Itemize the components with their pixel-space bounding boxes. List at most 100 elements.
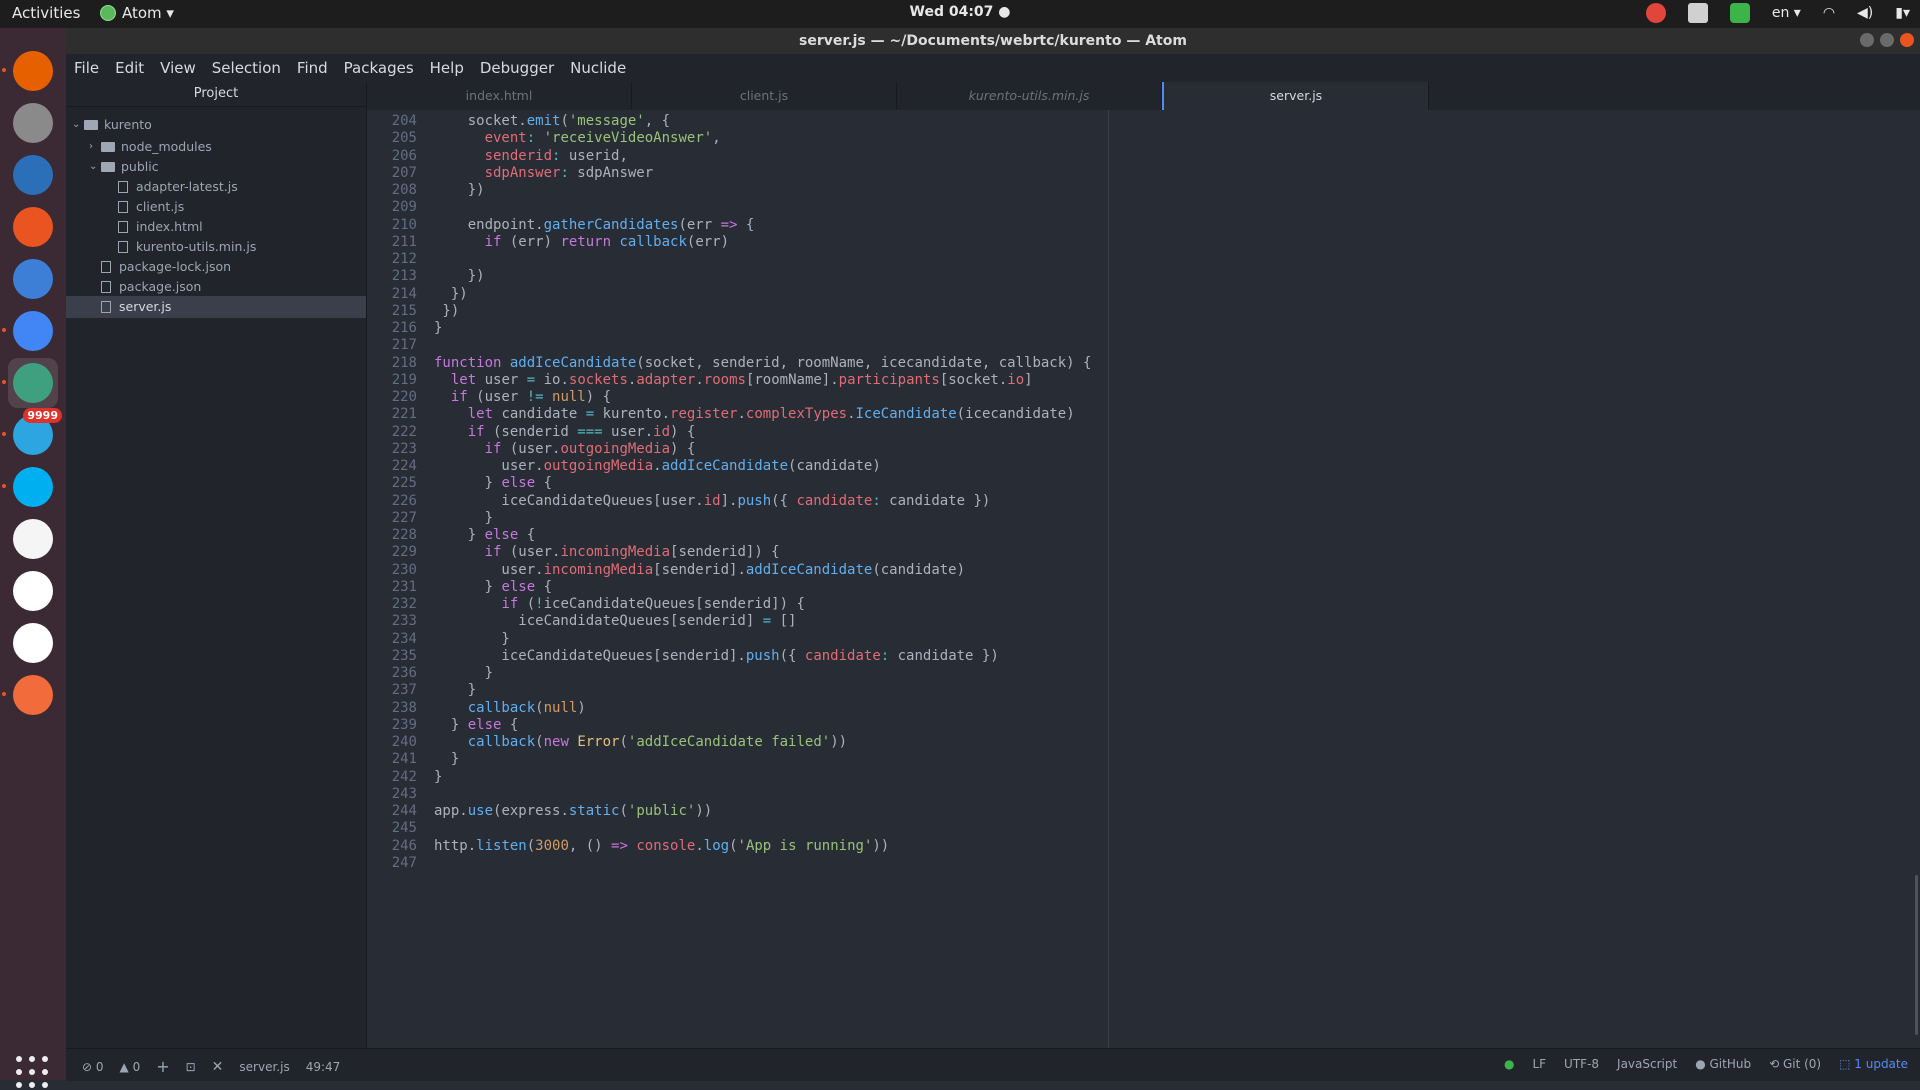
code-token: io. [535, 371, 569, 388]
mongodb-icon [13, 571, 53, 611]
code-token: push [745, 647, 780, 664]
dock-telegram-button[interactable]: 9999 [2, 408, 62, 460]
volume-icon[interactable]: ◀) [1857, 5, 1873, 21]
running-indicator [2, 380, 6, 384]
tree-folder-public[interactable]: ⌄ public [66, 156, 366, 178]
tree-file-index-html[interactable]: index.html [66, 216, 366, 238]
menu-debugger[interactable]: Debugger [472, 59, 562, 77]
clock[interactable]: Wed 04:07 ● [910, 4, 1011, 20]
menu-find[interactable]: Find [289, 59, 336, 77]
slack-icon [13, 623, 53, 663]
menu-packages[interactable]: Packages [336, 59, 422, 77]
grammar[interactable]: JavaScript [1617, 1057, 1677, 1071]
wifi-icon[interactable]: ◠ [1823, 5, 1835, 21]
code-line[interactable]: callback(new Error('addIceCandidate fail… [434, 732, 847, 753]
code-line[interactable]: app.use(express.static('public')) [434, 801, 712, 822]
status-file-name[interactable]: server.js [239, 1060, 289, 1074]
tab-kurento-utils-min-js[interactable]: kurento-utils.min.js [897, 82, 1162, 110]
add-icon[interactable]: + [156, 1057, 169, 1076]
code-token: outgoingMedia [543, 458, 654, 474]
menu-selection[interactable]: Selection [204, 59, 289, 77]
menu-nuclide[interactable]: Nuclide [562, 59, 634, 77]
app-menu[interactable]: Atom ▾ [100, 4, 174, 22]
tree-file-server-js[interactable]: server.js [66, 296, 366, 318]
code-token: (err) [501, 233, 561, 250]
help-icon [13, 259, 53, 299]
code-line[interactable]: if (err) return callback(err) [434, 232, 729, 253]
editor-scrollbar[interactable] [1915, 875, 1918, 1035]
code-token: ( [729, 837, 738, 854]
tree-folder-kurento[interactable]: ⌄ kurento [66, 114, 366, 136]
code-editor[interactable]: 204 205 206 207 208 209 210 211 212 213 214 215 216 2… [367, 110, 1920, 1048]
code-token: let [467, 406, 494, 423]
code-line[interactable]: } [434, 767, 442, 788]
tree-item-label: public [121, 159, 159, 174]
tab-index-html[interactable]: index.html [367, 82, 632, 110]
tree-file-client-js[interactable]: client.js [66, 196, 366, 218]
terminal-icon[interactable]: ⊡ [186, 1060, 196, 1074]
code-token: user [476, 371, 527, 388]
warning-count[interactable]: ▲ 0 [120, 1060, 141, 1074]
grid-dot [29, 1082, 35, 1088]
folder-icon [101, 142, 115, 152]
code-token: sdpAnswer [568, 164, 654, 181]
tree-file-adapter-latest-js[interactable]: adapter-latest.js [66, 176, 366, 198]
dock-firefox-button[interactable] [2, 46, 58, 96]
code-line[interactable]: }) [434, 180, 485, 201]
github-button[interactable]: ● GitHub [1695, 1057, 1751, 1071]
tab-client-js[interactable]: client.js [632, 82, 897, 110]
dock-text-editor-button[interactable] [8, 514, 58, 564]
dock-atom-button[interactable] [2, 358, 58, 408]
project-tree: Project ⌄ kurento › node_modules ⌄ public adap… [66, 82, 367, 1048]
dock-postman-button[interactable] [2, 670, 58, 720]
error-count[interactable]: ⊘ 0 [82, 1060, 104, 1074]
dock-writer-button[interactable] [8, 150, 58, 200]
chevron-down-icon: ⌄ [72, 119, 81, 130]
close-icon[interactable] [1900, 33, 1914, 47]
tree-folder-node-modules[interactable]: › node_modules [66, 136, 366, 158]
menu-file[interactable]: File [66, 59, 107, 77]
code-token: , () [568, 837, 612, 854]
update-button[interactable]: ⬚ 1 update [1839, 1057, 1908, 1071]
activities-button[interactable]: Activities [12, 4, 80, 22]
tree-file-package-json[interactable]: package.json [66, 276, 366, 298]
dock-slack-button[interactable] [8, 618, 58, 668]
language-selector[interactable]: en ▾ [1772, 5, 1801, 21]
show-applications-icon[interactable] [16, 1056, 50, 1090]
update-label: 1 update [1854, 1057, 1908, 1071]
tree-file-kurento-utils-min-js[interactable]: kurento-utils.min.js [66, 236, 366, 258]
maximize-icon[interactable] [1880, 33, 1894, 47]
battery-icon[interactable]: ▮▾ [1895, 5, 1910, 21]
code-token: candidate }) [880, 492, 991, 509]
dock-files-button[interactable] [8, 98, 58, 148]
tree-file-package-lock-json[interactable]: package-lock.json [66, 256, 366, 278]
text-editor-icon [13, 519, 53, 559]
code-token: if [501, 596, 519, 612]
dock-chrome-button[interactable] [2, 306, 58, 356]
line-ending[interactable]: LF [1532, 1057, 1546, 1071]
menu-edit[interactable]: Edit [107, 59, 152, 77]
code-line[interactable]: http.listen(3000, () => console.log('App… [434, 836, 889, 857]
minimize-icon[interactable] [1860, 33, 1874, 47]
code-line[interactable]: } [434, 318, 442, 339]
menu-view[interactable]: View [152, 59, 204, 77]
encoding[interactable]: UTF-8 [1564, 1057, 1599, 1071]
code-token: null [543, 699, 578, 716]
notification-icon[interactable] [1645, 3, 1666, 23]
code-line[interactable]: iceCandidateQueues[user.id].push({ candi… [434, 491, 990, 512]
git-button[interactable]: ⟲ Git (0) [1769, 1057, 1821, 1071]
dock-mongodb-button[interactable] [8, 566, 58, 616]
tab-server-js[interactable]: server.js [1162, 82, 1429, 110]
check-tray-icon[interactable] [1729, 3, 1750, 23]
grid-dot [16, 1082, 22, 1088]
slack-tray-icon[interactable] [1687, 3, 1708, 23]
dock-help-button[interactable] [8, 254, 58, 304]
cursor-position[interactable]: 49:47 [306, 1060, 341, 1074]
code-line[interactable]: iceCandidateQueues[senderid].push({ cand… [434, 646, 998, 667]
close-x-icon[interactable]: ✕ [212, 1059, 224, 1075]
menu-help[interactable]: Help [422, 59, 472, 77]
dock-software-center-button[interactable] [8, 202, 58, 252]
dock-skype-button[interactable] [2, 462, 58, 512]
code-token: 'App is running' [737, 837, 873, 854]
